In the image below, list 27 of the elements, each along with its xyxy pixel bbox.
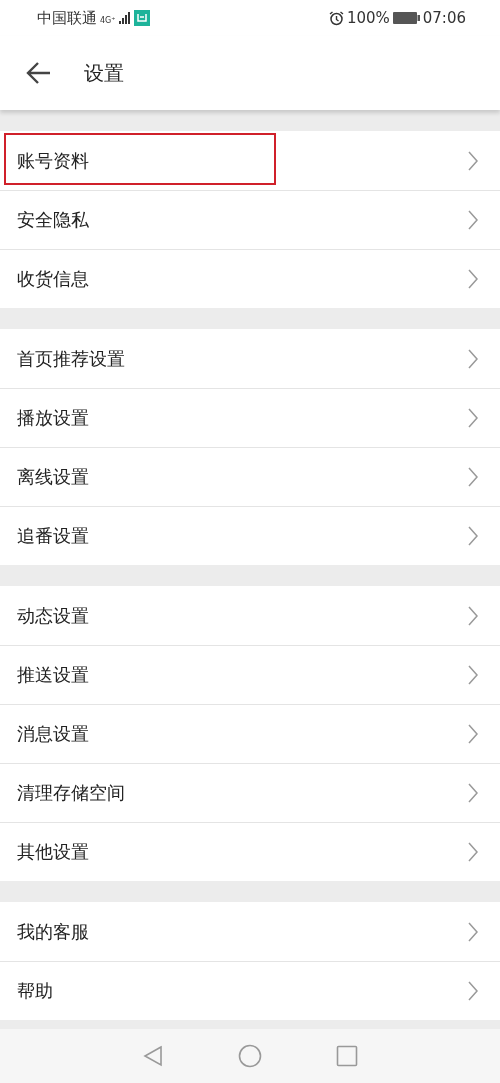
chevron-right-icon <box>468 210 478 230</box>
battery-percent: 100% <box>346 9 390 27</box>
recents-nav-button[interactable] <box>336 1045 358 1067</box>
chevron-right-icon <box>468 605 478 626</box>
chevron-right-icon <box>468 269 478 289</box>
chevron-right-icon <box>468 408 478 428</box>
chevron-right-icon <box>468 724 478 744</box>
network-type: 4G⁺ <box>100 15 116 25</box>
back-button[interactable] <box>26 60 52 86</box>
chevron-right-icon <box>468 981 478 1001</box>
chevron-right-icon <box>468 665 478 685</box>
chevron-right-icon <box>468 783 478 803</box>
chevron-right-icon <box>468 526 478 546</box>
back-nav-button[interactable] <box>142 1045 164 1067</box>
home-nav-button[interactable] <box>238 1044 262 1068</box>
clock-time: 07:06 <box>422 9 466 27</box>
chevron-right-icon <box>468 467 478 487</box>
chevron-right-icon <box>468 150 478 171</box>
chevron-right-icon <box>468 842 478 862</box>
page-title: 设置 <box>84 59 124 87</box>
chevron-right-icon <box>468 921 478 942</box>
chevron-right-icon <box>468 348 478 369</box>
alarm-icon <box>328 10 344 26</box>
signal-icon <box>118 12 131 24</box>
carrier-name: 中国联通 <box>37 8 97 28</box>
app-icon <box>133 10 150 26</box>
battery-icon <box>392 12 420 24</box>
